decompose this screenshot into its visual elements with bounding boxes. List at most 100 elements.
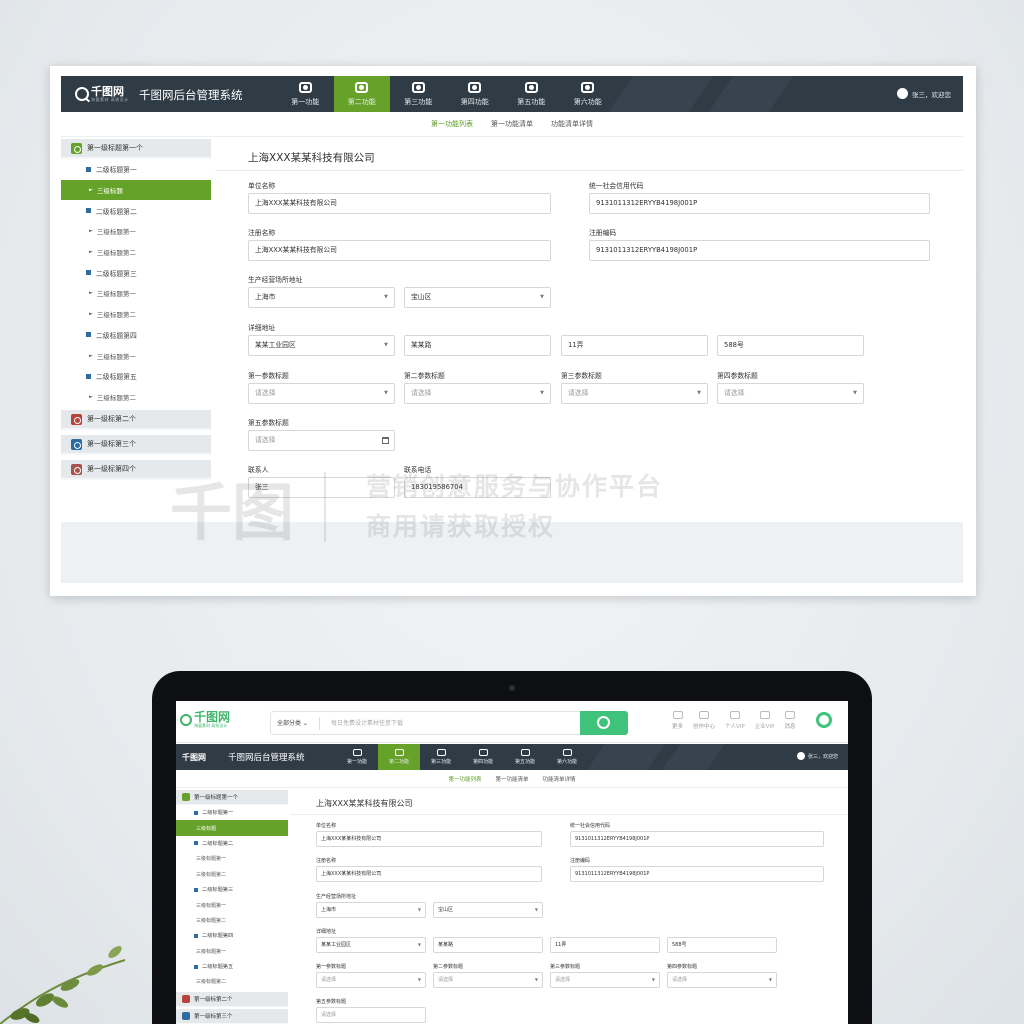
more-button[interactable]: 更多 [672, 711, 683, 730]
park-select[interactable]: 某某工业园区 ▼ [316, 937, 426, 953]
phone-input[interactable]: 183019586704 [404, 477, 551, 498]
nav-item-4[interactable]: 第四功能 [462, 744, 504, 770]
sidebar-item-active[interactable]: ► 三级标题 [61, 179, 211, 201]
sidebar-group-2[interactable]: 第一级标第二个 [176, 991, 288, 1007]
user-menu[interactable]: 张三，欢迎您 [897, 88, 951, 99]
sidebar-item[interactable]: ► 三级标题第一 [61, 283, 211, 304]
tab-function-checklist[interactable]: 第一功能清单 [491, 119, 533, 129]
nav-item-4[interactable]: 第四功能 [447, 76, 504, 112]
param1-select[interactable]: 请选择 ▼ [316, 972, 426, 988]
nav-item-2[interactable]: 第二功能 [378, 744, 420, 770]
credit-code-input[interactable]: 9131011312ERYYB4198J001P [570, 831, 824, 847]
sidebar-group-1[interactable]: 第一级标题第一个 [61, 139, 211, 159]
contact-input[interactable]: 张三 [248, 477, 395, 498]
sidebar-item[interactable]: 三级标题第二 [176, 867, 288, 882]
messages-button[interactable]: 消息 [784, 711, 795, 730]
sidebar-item[interactable]: 三级标题第二 [176, 913, 288, 928]
number-input[interactable]: 588号 [667, 937, 777, 953]
tab-checklist-detail[interactable]: 功能清单详情 [551, 119, 593, 129]
tab-function-list[interactable]: 第一功能列表 [448, 775, 481, 783]
sidebar-item-active[interactable]: 三级标题 [176, 820, 288, 836]
sidebar-item[interactable]: 二级标题第五 [61, 366, 211, 387]
param2-select[interactable]: 请选择 ▼ [433, 972, 543, 988]
param5-date-input[interactable]: 请选择 [316, 1007, 426, 1023]
param5-date-input[interactable]: 请选择 [248, 430, 395, 451]
reg-name-input[interactable]: 上海XXX某某科技有限公司 [248, 240, 551, 261]
reg-code-input[interactable]: 9131011312ERYYB4198J001P [570, 866, 824, 882]
square-bullet-icon [194, 810, 198, 815]
admin-logo[interactable]: 千图网 [182, 752, 206, 763]
logo[interactable]: 千图网 海量素材 高效设计 [75, 85, 129, 103]
sidebar-group-3[interactable]: 第一级标第三个 [61, 435, 211, 456]
sidebar-item[interactable]: ► 三级标题第二 [61, 387, 211, 408]
sidebar-item[interactable]: 二级标题第四 [176, 928, 288, 943]
sidebar-group-3[interactable]: 第一级标第三个 [176, 1008, 288, 1024]
creator-center-button[interactable]: 创作中心 [693, 711, 715, 730]
tab-function-list[interactable]: 第一功能列表 [431, 119, 473, 129]
gear-icon [71, 413, 82, 425]
param3-select[interactable]: 请选择 ▼ [561, 383, 708, 404]
unit-name-input[interactable]: 上海XXX某某科技有限公司 [248, 193, 551, 214]
credit-code-input[interactable]: 9131011312ERYYB4198J001P [589, 193, 930, 214]
sidebar-item[interactable]: 二级标题第一 [61, 159, 211, 180]
sidebar-item[interactable]: 二级标题第三 [176, 882, 288, 897]
sidebar-group-1[interactable]: 第一级标题第一个 [176, 790, 288, 805]
enterprise-vip-button[interactable]: 企业VIP [755, 711, 774, 730]
road-input[interactable]: 某某路 [404, 335, 551, 356]
site-logo[interactable]: 千图网 海量素材 高效设计 [180, 711, 230, 729]
sidebar-item[interactable]: ► 三级标题第二 [61, 304, 211, 325]
sidebar-item[interactable]: 三级标题第一 [176, 851, 288, 866]
tab-function-checklist[interactable]: 第一功能清单 [495, 775, 528, 783]
search-button[interactable] [580, 711, 628, 735]
param3-label: 第三参数标题 [550, 964, 581, 970]
sidebar-item[interactable]: 三级标题第一 [176, 897, 288, 912]
param1-select[interactable]: 请选择 ▼ [248, 383, 395, 404]
param4-select[interactable]: 请选择 ▼ [667, 972, 777, 988]
city-select[interactable]: 上海市 ▼ [316, 902, 426, 918]
reg-name-input[interactable]: 上海XXX某某科技有限公司 [316, 866, 542, 882]
sidebar-item[interactable]: ► 三级标题第二 [61, 242, 211, 263]
param3-label: 第三参数标题 [561, 372, 602, 380]
nav-item-2[interactable]: 第二功能 [333, 76, 390, 112]
sidebar-item[interactable]: 三级标题第二 [176, 974, 288, 989]
sidebar-item[interactable]: 二级标题第二 [176, 836, 288, 851]
nav-item-1[interactable]: 第一功能 [277, 76, 334, 112]
sidebar-item[interactable]: 三级标题第一 [176, 944, 288, 959]
number-input[interactable]: 588号 [717, 335, 864, 356]
nav-item-3[interactable]: 第三功能 [390, 76, 447, 112]
param4-select[interactable]: 请选择 ▼ [717, 383, 864, 404]
unit-name-input[interactable]: 上海XXX某某科技有限公司 [316, 831, 542, 847]
lane-input[interactable]: 11弄 [550, 937, 660, 953]
function-icon [436, 749, 446, 756]
nav-item-6[interactable]: 第六功能 [560, 76, 617, 112]
param2-select[interactable]: 请选择 ▼ [404, 383, 551, 404]
avatar[interactable] [816, 712, 832, 728]
district-select[interactable]: 宝山区 ▼ [433, 902, 543, 918]
nav-item-1[interactable]: 第一功能 [336, 744, 378, 770]
nav-item-5[interactable]: 第五功能 [503, 76, 560, 112]
district-select[interactable]: 宝山区 ▼ [404, 287, 551, 308]
user-menu[interactable]: 张三，欢迎您 [796, 752, 838, 760]
city-select[interactable]: 上海市 ▼ [248, 287, 395, 308]
sidebar-item[interactable]: 二级标题第三 [61, 262, 211, 283]
reg-code-input[interactable]: 9131011312ERYYB4198J001P [589, 240, 930, 261]
nav-item-3[interactable]: 第三功能 [420, 744, 462, 770]
param3-select[interactable]: 请选择 ▼ [550, 972, 660, 988]
road-input[interactable]: 某某路 [433, 937, 543, 953]
nav-item-5[interactable]: 第五功能 [504, 744, 546, 770]
sidebar-item[interactable]: 二级标题第二 [61, 200, 211, 221]
personal-vip-button[interactable]: 个人VIP [725, 711, 745, 730]
sidebar-group-2[interactable]: 第一级标第二个 [61, 410, 211, 431]
lane-input[interactable]: 11弄 [561, 335, 708, 356]
sidebar-item[interactable]: 二级标题第一 [176, 805, 288, 820]
sidebar-item[interactable]: 二级标题第四 [61, 325, 211, 346]
sidebar-item[interactable]: ► 三级标题第一 [61, 221, 211, 242]
nav-item-6[interactable]: 第六功能 [546, 744, 588, 770]
sidebar-item[interactable]: 二级标题第五 [176, 959, 288, 974]
category-dropdown[interactable]: 全部分类 ⌄ [277, 718, 308, 727]
sidebar-group-4[interactable]: 第一级标第四个 [61, 460, 211, 481]
tab-checklist-detail[interactable]: 功能清单详情 [543, 775, 576, 783]
search-input[interactable]: 每日免费设计素材任意下载 [331, 718, 403, 727]
park-select[interactable]: 某某工业园区 ▼ [248, 335, 395, 356]
sidebar-item[interactable]: ► 三级标题第一 [61, 345, 211, 366]
